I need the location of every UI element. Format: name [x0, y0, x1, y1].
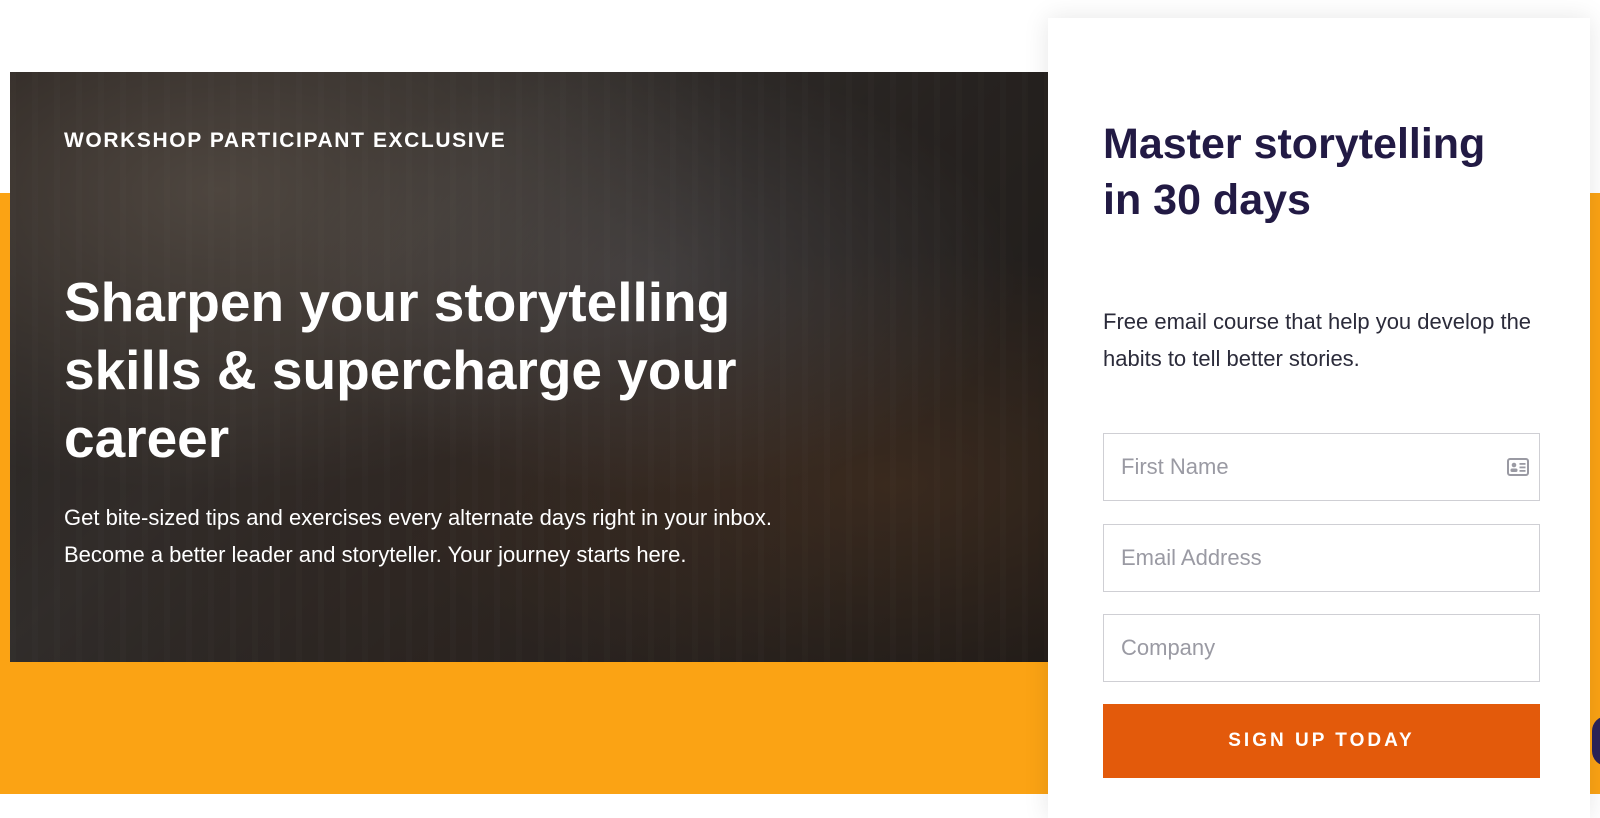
hero-subtext-line-2: Become a better leader and storyteller. … [64, 542, 687, 567]
company-field-wrapper [1103, 614, 1540, 682]
contact-card-icon [1507, 458, 1529, 476]
signup-card: Master storytelling in 30 days Free emai… [1048, 18, 1590, 818]
chat-widget-edge[interactable] [1592, 716, 1600, 766]
hero-banner: WORKSHOP PARTICIPANT EXCLUSIVE Sharpen y… [10, 72, 1048, 662]
hero-headline: Sharpen your storytelling skills & super… [64, 271, 737, 469]
company-input[interactable] [1104, 615, 1539, 681]
first-name-input[interactable] [1104, 434, 1539, 500]
first-name-field-wrapper [1103, 433, 1540, 501]
sign-up-button[interactable]: SIGN UP TODAY [1103, 704, 1540, 778]
hero-subtext-line-1: Get bite-sized tips and exercises every … [64, 505, 773, 530]
signup-description: Free email course that help you develop … [1103, 309, 1532, 371]
hero-subtext: Get bite-sized tips and exercises every … [64, 499, 884, 573]
hero-eyebrow: WORKSHOP PARTICIPANT EXCLUSIVE [64, 129, 507, 152]
email-field-wrapper [1103, 524, 1540, 592]
email-input[interactable] [1104, 525, 1539, 591]
signup-title: Master storytelling in 30 days [1103, 120, 1486, 224]
